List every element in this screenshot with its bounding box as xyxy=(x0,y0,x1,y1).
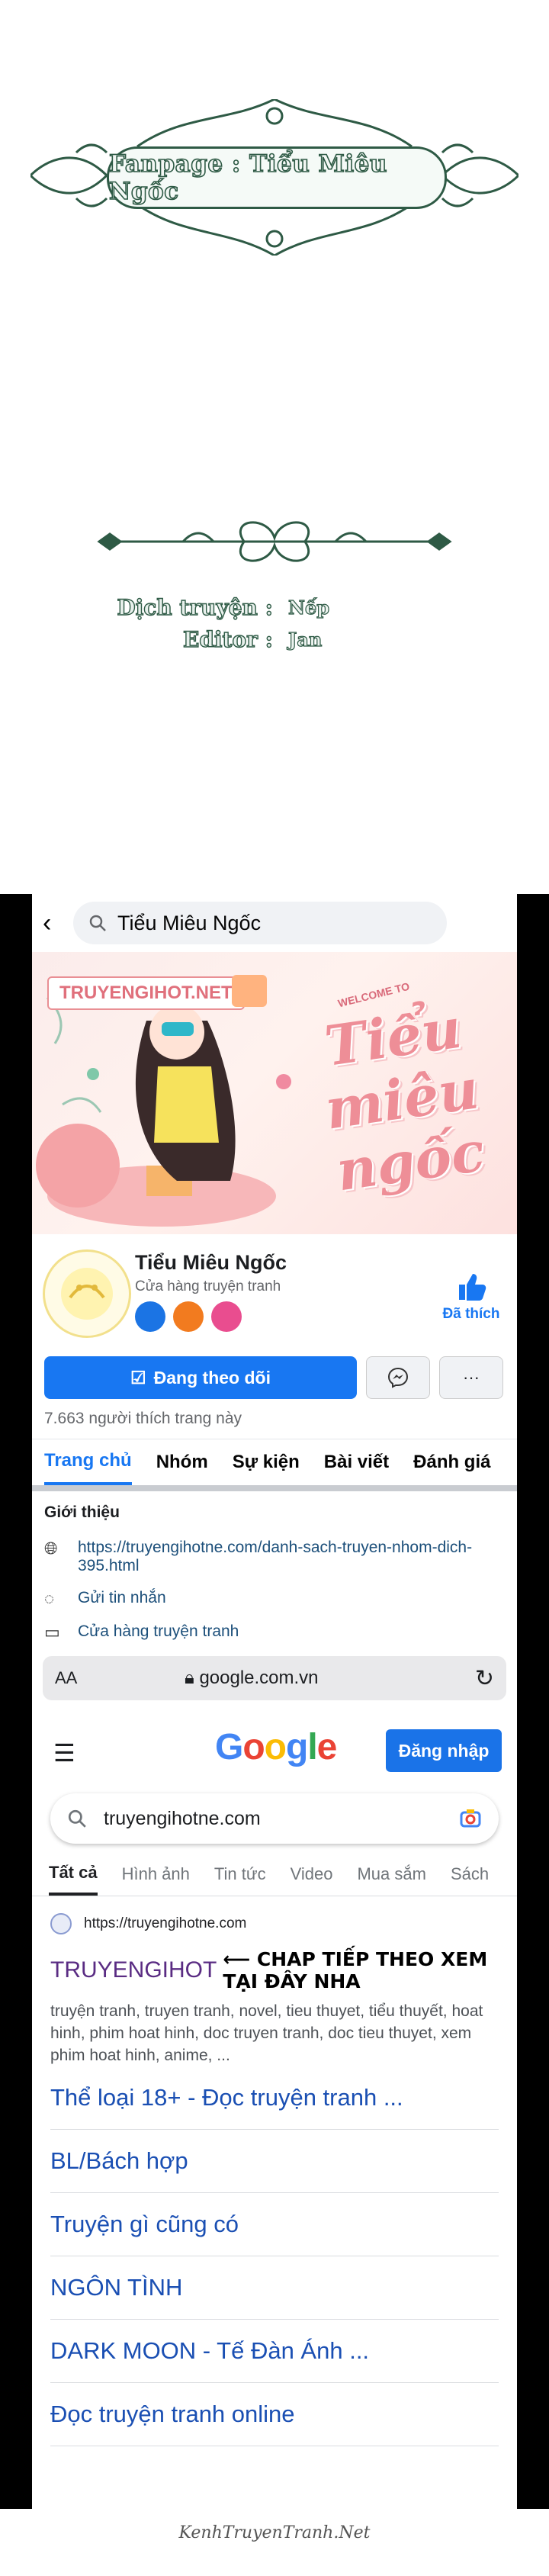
sitelink[interactable]: BL/Bách hợp xyxy=(50,2130,499,2193)
result-title[interactable]: TRUYENGIHOT xyxy=(50,1957,217,1983)
following-label: Đang theo dõi xyxy=(153,1367,271,1388)
following-check-icon: ☑ xyxy=(130,1367,146,1388)
flourish-divider-icon xyxy=(97,521,452,562)
intro-section: Giới thiệu 🌐︎ https://truyengihotne.com/… xyxy=(32,1491,517,1642)
sitelink[interactable]: Đọc truyện tranh online xyxy=(50,2383,499,2446)
messenger-button[interactable] xyxy=(366,1356,430,1399)
liked-label: Đã thích xyxy=(442,1306,500,1322)
intro-website-row[interactable]: 🌐︎ https://truyengihotne.com/danh-sach-t… xyxy=(44,1539,505,1575)
following-button[interactable]: ☑ Đang theo dõi xyxy=(44,1356,357,1399)
editor-name: Jan xyxy=(287,628,323,651)
credits-block: Dịch truyện : Nếp Editor : Jan xyxy=(99,591,374,655)
avatar-logo-icon xyxy=(61,1268,113,1320)
tab-home[interactable]: Trang chủ xyxy=(44,1439,132,1485)
google-header: ☰ Google Đăng nhập xyxy=(32,1716,517,1784)
phone-screen: ‹ Tiểu Miêu Ngốc TRUYENGIHOT.NET WELCOME… xyxy=(32,894,517,2509)
tab-posts[interactable]: Bài viết xyxy=(324,1439,389,1485)
sitelink[interactable]: Truyện gì cũng có xyxy=(50,2193,499,2256)
cover-site-label: TRUYENGIHOT.NET xyxy=(47,976,245,1010)
back-arrow-icon[interactable]: ‹ xyxy=(43,910,73,936)
editor-row: Editor : Jan xyxy=(99,623,374,655)
search-icon xyxy=(89,915,106,931)
shop-icon: ▭ xyxy=(44,1622,60,1642)
cover-magnifier-icon xyxy=(232,975,267,1007)
intro-shop-link[interactable]: Cửa hàng truyện tranh xyxy=(78,1622,239,1641)
footer-signature: KenhTruyenTranh.Net xyxy=(178,2523,371,2542)
browser-address-bar[interactable]: AA 🔒︎ google.com.vn ↻ xyxy=(43,1656,506,1700)
fanpage-title: Fanpage : Tiểu Miêu Ngốc xyxy=(108,150,387,206)
fanpage-banner: Fanpage : Tiểu Miêu Ngốc xyxy=(28,98,521,257)
sitelink[interactable]: Thể loại 18+ - Đọc truyện tranh ... xyxy=(50,2066,499,2130)
messenger-icon xyxy=(387,1367,409,1388)
reload-icon[interactable]: ↻ xyxy=(475,1665,494,1692)
editor-label: Editor : xyxy=(182,626,273,652)
tab-events[interactable]: Sự kiện xyxy=(233,1439,300,1485)
page-actions: ☑ Đang theo dõi ··· xyxy=(32,1349,517,1399)
page-badges xyxy=(135,1301,242,1332)
translator-row: Dịch truyện : Nếp xyxy=(99,591,374,623)
translator-label: Dịch truyện : xyxy=(117,594,274,620)
page-avatar[interactable] xyxy=(43,1249,131,1338)
liked-button[interactable]: Đã thích xyxy=(441,1272,502,1323)
tab-video[interactable]: Video xyxy=(291,1853,333,1896)
result-url-row[interactable]: https://truyengihotne.com xyxy=(50,1913,499,1934)
tab-images[interactable]: Hình ảnh xyxy=(122,1853,190,1896)
intro-shop-row[interactable]: ▭ Cửa hàng truyện tranh xyxy=(44,1622,505,1642)
banner-plate: Fanpage : Tiểu Miêu Ngốc xyxy=(107,146,447,209)
tab-reviews[interactable]: Đánh giá xyxy=(413,1439,490,1485)
search-query: Tiểu Miêu Ngốc xyxy=(117,911,262,934)
search-result: https://truyengihotne.com TRUYENGIHOT ⟵ … xyxy=(32,1896,517,2066)
translator-name: Nếp xyxy=(287,596,329,619)
sitelink[interactable]: NGÔN TÌNH xyxy=(50,2256,499,2320)
google-search-tabs: Tất cả Hình ảnh Tin tức Video Mua sắm Sá… xyxy=(32,1853,517,1896)
camera-lens-icon[interactable] xyxy=(459,1807,482,1830)
tab-groups[interactable]: Nhóm xyxy=(156,1439,208,1485)
notes-badge-icon[interactable] xyxy=(211,1301,242,1332)
reader-mode-button[interactable]: AA xyxy=(55,1668,185,1688)
page-name[interactable]: Tiểu Miêu Ngốc xyxy=(135,1251,287,1275)
search-icon xyxy=(68,1809,86,1828)
lock-icon: 🔒︎ xyxy=(185,1667,200,1688)
thumbs-up-icon xyxy=(459,1274,486,1301)
tab-news[interactable]: Tin tức xyxy=(214,1853,266,1896)
intro-message-link[interactable]: Gửi tin nhắn xyxy=(78,1589,166,1607)
result-sitelinks: Thể loại 18+ - Đọc truyện tranh ... BL/B… xyxy=(32,2066,517,2446)
google-search-query: truyengihotne.com xyxy=(104,1807,261,1829)
messenger-small-icon: ◌ xyxy=(44,1589,55,1608)
site-favicon-icon xyxy=(50,1913,72,1934)
google-logo[interactable]: Google xyxy=(215,1726,337,1768)
intro-message-row[interactable]: ◌ Gửi tin nhắn xyxy=(44,1589,505,1609)
facebook-search-bar[interactable]: Tiểu Miêu Ngốc xyxy=(73,902,447,944)
cover-title-text: Tiểu miêu ngốc xyxy=(320,995,489,1204)
page-tabs: Trang chủ Nhóm Sự kiện Bài viết Đánh giá xyxy=(32,1439,517,1491)
shop-badge-icon[interactable] xyxy=(173,1301,204,1332)
result-snippet: truyện tranh, truyen tranh, novel, tieu … xyxy=(50,2002,483,2064)
address-domain: 🔒︎ google.com.vn xyxy=(185,1667,475,1689)
intro-website-link[interactable]: https://truyengihotne.com/danh-sach-truy… xyxy=(78,1539,505,1575)
hamburger-menu-icon[interactable]: ☰ xyxy=(53,1738,75,1767)
result-url: https://truyengihotne.com xyxy=(84,1915,247,1931)
facebook-top-bar: ‹ Tiểu Miêu Ngốc xyxy=(32,894,517,952)
intro-title: Giới thiệu xyxy=(44,1503,120,1521)
sign-in-button[interactable]: Đăng nhập xyxy=(386,1729,502,1772)
sitelink[interactable]: DARK MOON - Tế Đàn Ánh ... xyxy=(50,2320,499,2383)
page-profile-header: Tiểu Miêu Ngốc Cửa hàng truyện tranh Đã … xyxy=(32,1234,517,1349)
address-domain-text: google.com.vn xyxy=(199,1667,319,1688)
tab-shopping[interactable]: Mua sắm xyxy=(357,1853,425,1896)
result-title-row: TRUYENGIHOT ⟵ CHAP TIẾP THEO XEM TẠI ĐÂY… xyxy=(50,1948,499,1992)
google-search-box[interactable]: truyengihotne.com xyxy=(50,1793,499,1844)
tab-all[interactable]: Tất cả xyxy=(49,1853,98,1896)
more-options-button[interactable]: ··· xyxy=(439,1356,503,1399)
globe-icon: 🌐︎ xyxy=(44,1539,58,1558)
more-icon: ··· xyxy=(463,1368,480,1387)
tab-books[interactable]: Sách xyxy=(451,1853,489,1896)
page-category: Cửa hàng truyện tranh xyxy=(135,1278,281,1294)
games-badge-icon[interactable] xyxy=(135,1301,165,1332)
like-count: 7.663 người thích trang này xyxy=(44,1410,242,1427)
cover-photo[interactable]: TRUYENGIHOT.NET WELCOME TO Tiểu miêu ngố… xyxy=(32,952,517,1234)
phone-frame: ‹ Tiểu Miêu Ngốc TRUYENGIHOT.NET WELCOME… xyxy=(0,894,549,2509)
next-chapter-annotation: ⟵ CHAP TIẾP THEO XEM TẠI ĐÂY NHA xyxy=(223,1948,488,1992)
